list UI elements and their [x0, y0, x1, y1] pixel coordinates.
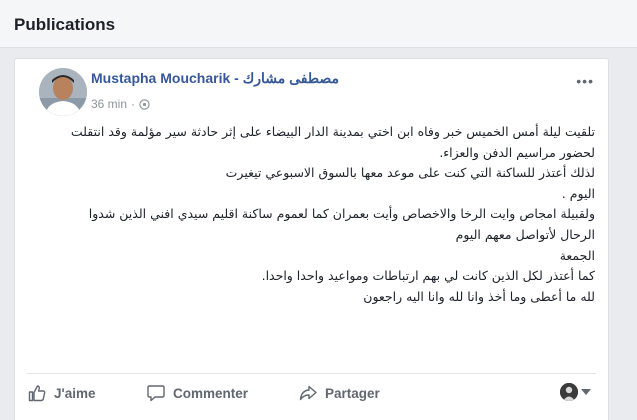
post-timestamp[interactable]: 36 min — [91, 97, 127, 111]
post-meta: 36 min · — [91, 97, 150, 111]
post-line: لله ما أعطى وما أخذ وانا لله وانا اليه ر… — [363, 288, 595, 304]
author-avatar[interactable] — [39, 68, 87, 116]
post-line: الرحال لأتواصل معهم اليوم — [455, 226, 595, 242]
thumbs-up-icon — [27, 383, 47, 403]
more-options-icon[interactable]: ••• — [576, 73, 594, 89]
like-label: J'aime — [54, 385, 96, 401]
share-arrow-icon — [298, 383, 318, 403]
post-card: Mustapha Moucharik - مصطفى مشارك 36 min … — [14, 58, 609, 420]
publications-header: Publications — [0, 0, 637, 48]
post-line: الجمعة — [559, 247, 595, 263]
post-line: لحضور مراسيم الدفن والعزاء. — [439, 144, 595, 160]
post-line: تلقيت ليلة أمس الخميس خبر وفاه ابن اختي … — [70, 124, 595, 139]
share-button[interactable]: Partager — [298, 379, 380, 407]
post-line: كما أعتذر لكل الذين كانت لي بهم ارتباطات… — [261, 268, 595, 284]
post-actions-bar: J'aime Commenter Partager — [27, 379, 595, 407]
globe-icon — [139, 98, 150, 110]
speech-bubble-icon — [146, 383, 166, 403]
section-title: Publications — [14, 15, 116, 34]
post-line: ولقبيلة امجاص وايت الرخا والاخصاص وأيت ب… — [88, 206, 595, 222]
post-line: لذلك أعتذر للساكنة التي كنت على موعد معه… — [225, 165, 595, 181]
audience-selector[interactable] — [560, 383, 591, 401]
actions-divider — [27, 373, 596, 374]
profile-avatar-icon — [560, 383, 578, 401]
post-line: اليوم . — [561, 185, 595, 201]
share-label: Partager — [325, 385, 380, 401]
comment-label: Commenter — [173, 385, 249, 401]
like-button[interactable]: J'aime — [27, 379, 96, 407]
meta-separator: · — [131, 97, 136, 111]
comment-button[interactable]: Commenter — [146, 379, 248, 407]
caret-down-icon — [581, 389, 591, 395]
post-text: تلقيت ليلة أمس الخميس خبر وفاه ابن اختي … — [27, 122, 595, 307]
author-name-link[interactable]: Mustapha Moucharik - مصطفى مشارك — [91, 70, 339, 87]
